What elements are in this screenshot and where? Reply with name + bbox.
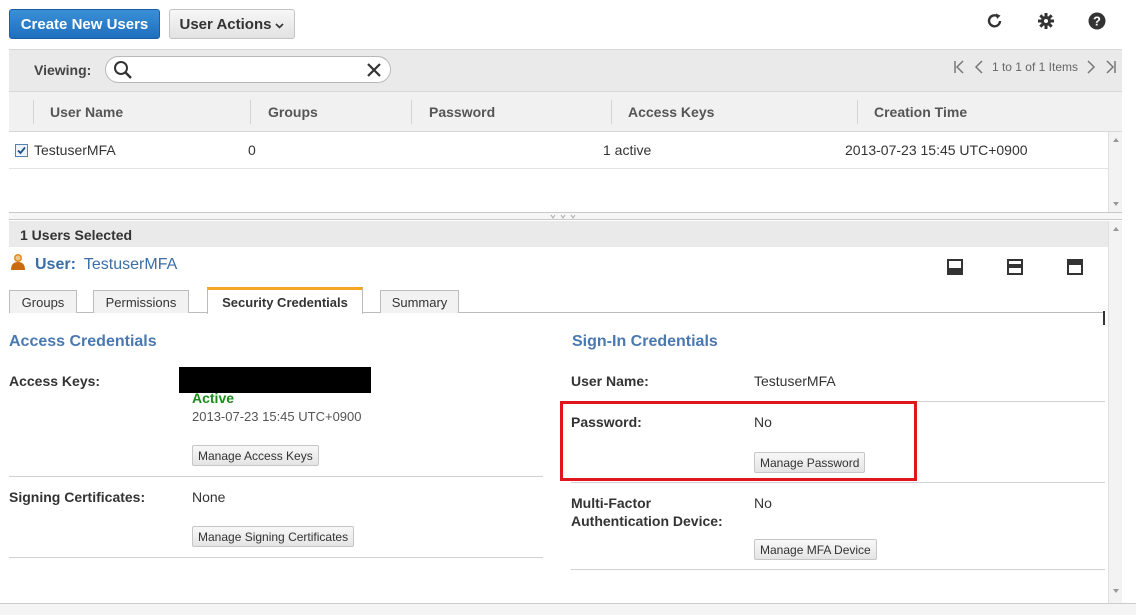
dock-top-icon[interactable]	[1067, 259, 1083, 275]
next-page-icon[interactable]	[1084, 58, 1098, 76]
search-box[interactable]	[105, 56, 391, 83]
svg-text:?: ?	[1093, 14, 1101, 29]
first-page-icon[interactable]	[952, 58, 966, 76]
column-password[interactable]: Password	[429, 104, 495, 120]
iam-users-page: Create New Users User Actions ? Viewing:	[0, 0, 1136, 615]
clear-search-icon[interactable]	[366, 62, 382, 81]
manage-mfa-device-button[interactable]: Manage MFA Device	[754, 539, 877, 560]
column-separator	[33, 100, 34, 124]
access-key-date: 2013-07-23 15:45 UTC+0900	[192, 409, 362, 424]
selected-count: 1 Users Selected	[20, 227, 133, 243]
user-label: User:	[35, 255, 76, 273]
tab-security-credentials[interactable]: Security Credentials	[207, 287, 363, 314]
divider	[9, 557, 543, 558]
pagination: 1 to 1 of 1 Items	[952, 58, 1118, 76]
user-heading: User: TestuserMFA	[9, 253, 177, 276]
user-actions-dropdown[interactable]: User Actions	[169, 9, 295, 39]
tab-panel-edge	[1103, 311, 1105, 325]
mfa-value: No	[754, 495, 772, 511]
column-separator	[411, 100, 412, 124]
divider	[571, 482, 1105, 483]
dock-bottom-icon[interactable]	[947, 259, 963, 275]
column-groups[interactable]: Groups	[268, 104, 318, 120]
help-icon[interactable]: ?	[1086, 10, 1108, 32]
row-checkbox[interactable]	[15, 144, 28, 157]
gear-icon[interactable]	[1035, 10, 1057, 32]
users-table: TestuserMFA 0 1 active 2013-07-23 15:45 …	[9, 132, 1108, 212]
table-scrollbar[interactable]	[1108, 132, 1122, 212]
manage-access-keys-button[interactable]: Manage Access Keys	[192, 445, 319, 466]
user-value: TestuserMFA	[83, 255, 178, 273]
tab-summary[interactable]: Summary	[380, 290, 459, 313]
column-access-keys[interactable]: Access Keys	[628, 104, 714, 120]
cell-creation-time: 2013-07-23 15:45 UTC+0900	[845, 142, 1028, 158]
last-page-icon[interactable]	[1104, 58, 1118, 76]
cell-groups: 0	[248, 142, 256, 158]
access-key-status: Active	[192, 390, 235, 406]
cell-access-keys: 1 active	[603, 142, 652, 158]
chevron-down-icon	[275, 16, 285, 33]
column-separator	[250, 100, 251, 124]
table-header: User Name Groups Password Access Keys Cr…	[9, 91, 1122, 132]
dock-middle-icon[interactable]	[1007, 259, 1023, 275]
password-highlight-annotation	[560, 401, 917, 481]
sign-in-credentials-title: Sign-In Credentials	[572, 333, 718, 350]
signing-certificates-value: None	[192, 489, 226, 505]
pager-text: 1 to 1 of 1 Items	[991, 60, 1078, 74]
column-separator	[857, 100, 858, 124]
user-avatar-icon	[9, 253, 27, 276]
details-scrollbar[interactable]	[1108, 221, 1122, 603]
user-name-label: User Name:	[571, 373, 649, 389]
column-user-name[interactable]: User Name	[50, 104, 123, 120]
viewing-label: Viewing:	[34, 62, 92, 78]
tab-permissions[interactable]: Permissions	[93, 290, 189, 313]
mfa-label-line2: Authentication Device:	[571, 513, 723, 529]
cell-user-name: TestuserMFA	[34, 142, 116, 158]
table-row[interactable]: TestuserMFA 0 1 active 2013-07-23 15:45 …	[9, 132, 1108, 169]
access-credentials-title: Access Credentials	[9, 333, 157, 350]
create-new-users-button[interactable]: Create New Users	[9, 9, 160, 39]
panel-splitter[interactable]	[9, 212, 1122, 220]
mfa-label-line1: Multi-Factor	[571, 495, 652, 511]
signing-certificates-label: Signing Certificates:	[9, 489, 146, 505]
user-name-value: TestuserMFA	[754, 373, 836, 389]
search-input[interactable]	[136, 60, 356, 79]
refresh-icon[interactable]	[984, 10, 1006, 32]
divider	[9, 476, 543, 477]
filter-bar: Viewing: 1 to 1 of 1 Items	[9, 49, 1122, 91]
column-creation-time[interactable]: Creation Time	[874, 104, 967, 120]
selection-summary-bar: 1 Users Selected	[9, 221, 1108, 247]
tab-groups[interactable]: Groups	[9, 290, 77, 313]
prev-page-icon[interactable]	[972, 58, 986, 76]
bottom-bar	[0, 603, 1136, 615]
user-actions-label: User Actions	[179, 15, 272, 33]
column-separator	[611, 100, 612, 124]
search-icon	[113, 60, 133, 83]
divider	[571, 569, 1105, 570]
manage-signing-certificates-button[interactable]: Manage Signing Certificates	[192, 526, 355, 547]
access-keys-label: Access Keys:	[9, 373, 101, 389]
